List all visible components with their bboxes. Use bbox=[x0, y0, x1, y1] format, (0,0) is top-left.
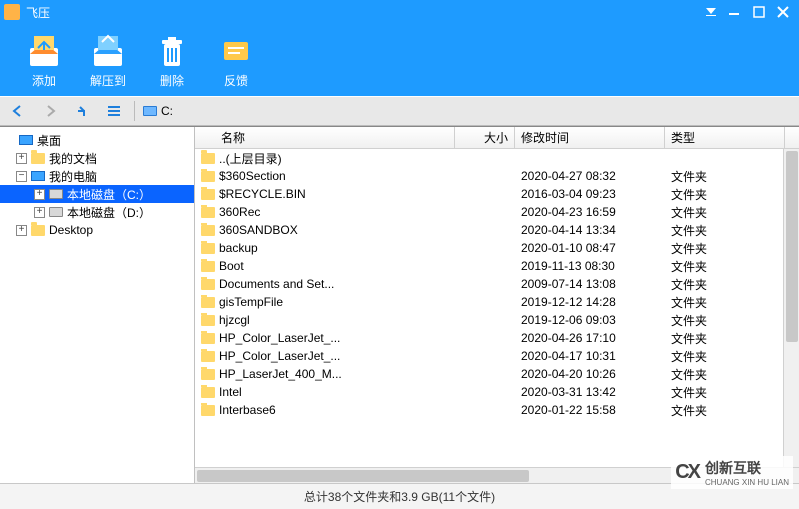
scrollbar-thumb[interactable] bbox=[786, 151, 798, 342]
folder-icon bbox=[30, 222, 46, 238]
watermark-brand: 创新互联 bbox=[705, 458, 789, 478]
watermark-logo: CX bbox=[675, 461, 699, 484]
maximize-button[interactable] bbox=[747, 2, 771, 22]
col-size[interactable]: 大小 bbox=[455, 127, 515, 148]
nav-list-button[interactable] bbox=[102, 100, 126, 122]
main-area: 桌面 + 我的文档 − 我的电脑 + 本地磁盘（C:） + 本地磁盘（D:） +… bbox=[0, 126, 799, 483]
col-name[interactable]: 名称 bbox=[195, 127, 455, 148]
monitor-icon bbox=[30, 168, 46, 184]
nav-up-button[interactable] bbox=[70, 100, 94, 122]
tree-my-pc[interactable]: − 我的电脑 bbox=[0, 167, 194, 185]
extract-icon bbox=[88, 32, 128, 72]
table-row[interactable]: Intel2020-03-31 13:42文件夹 bbox=[195, 383, 799, 401]
scrollbar-vertical[interactable] bbox=[783, 149, 799, 467]
scrollbar-thumb[interactable] bbox=[197, 470, 529, 482]
table-row[interactable]: Documents and Set...2009-07-14 13:08文件夹 bbox=[195, 275, 799, 293]
minimize-button[interactable] bbox=[723, 2, 747, 22]
file-header: 名称 大小 修改时间 类型 bbox=[195, 127, 799, 149]
table-row[interactable]: HP_LaserJet_400_M...2020-04-20 10:26文件夹 bbox=[195, 365, 799, 383]
folder-icon bbox=[30, 150, 46, 166]
add-button[interactable]: 添加 bbox=[24, 32, 64, 89]
extract-button[interactable]: 解压到 bbox=[88, 32, 128, 89]
folder-icon bbox=[201, 189, 215, 200]
table-row[interactable]: HP_Color_LaserJet_...2020-04-26 17:10文件夹 bbox=[195, 329, 799, 347]
trash-icon bbox=[152, 32, 192, 72]
folder-icon bbox=[201, 225, 215, 236]
table-row[interactable]: hjzcgl2019-12-06 09:03文件夹 bbox=[195, 311, 799, 329]
table-row[interactable]: HP_Color_LaserJet_...2020-04-17 10:31文件夹 bbox=[195, 347, 799, 365]
collapse-toggle[interactable]: − bbox=[16, 171, 27, 182]
app-icon bbox=[4, 4, 20, 20]
watermark: CX 创新互联 CHUANG XIN HU LIAN bbox=[671, 456, 793, 489]
file-panel: 名称 大小 修改时间 类型 ..(上层目录)$360Section2020-04… bbox=[195, 127, 799, 483]
table-row[interactable]: Interbase62020-01-22 15:58文件夹 bbox=[195, 401, 799, 419]
folder-icon bbox=[201, 351, 215, 362]
add-icon bbox=[24, 32, 64, 72]
table-row[interactable]: ..(上层目录) bbox=[195, 149, 799, 167]
feedback-label: 反馈 bbox=[224, 72, 248, 89]
tree-drive-c[interactable]: + 本地磁盘（C:） bbox=[0, 185, 194, 203]
folder-icon bbox=[201, 315, 215, 326]
folder-icon bbox=[201, 153, 215, 164]
dropdown-button[interactable] bbox=[699, 2, 723, 22]
nav-separator bbox=[134, 101, 135, 121]
table-row[interactable]: $RECYCLE.BIN2016-03-04 09:23文件夹 bbox=[195, 185, 799, 203]
toolbar: 添加 解压到 删除 反馈 bbox=[0, 24, 799, 96]
add-label: 添加 bbox=[32, 72, 56, 89]
col-time[interactable]: 修改时间 bbox=[515, 127, 665, 148]
drive-icon bbox=[48, 186, 64, 202]
folder-icon bbox=[201, 261, 215, 272]
folder-icon bbox=[201, 333, 215, 344]
folder-icon bbox=[201, 207, 215, 218]
expand-toggle[interactable]: + bbox=[16, 153, 27, 164]
table-row[interactable]: gisTempFile2019-12-12 14:28文件夹 bbox=[195, 293, 799, 311]
tree-desktop[interactable]: 桌面 bbox=[0, 131, 194, 149]
extract-label: 解压到 bbox=[90, 72, 126, 89]
folder-icon bbox=[201, 243, 215, 254]
folder-icon bbox=[201, 279, 215, 290]
folder-icon bbox=[201, 405, 215, 416]
tree-panel: 桌面 + 我的文档 − 我的电脑 + 本地磁盘（C:） + 本地磁盘（D:） +… bbox=[0, 127, 195, 483]
titlebar: 飞压 bbox=[0, 0, 799, 24]
tree-my-docs[interactable]: + 我的文档 bbox=[0, 149, 194, 167]
expand-toggle[interactable]: + bbox=[34, 189, 45, 200]
table-row[interactable]: 360SANDBOX2020-04-14 13:34文件夹 bbox=[195, 221, 799, 239]
drive-icon bbox=[48, 204, 64, 220]
folder-icon bbox=[201, 369, 215, 380]
tree-desktop2[interactable]: + Desktop bbox=[0, 221, 194, 239]
delete-label: 删除 bbox=[160, 72, 184, 89]
tree-drive-d[interactable]: + 本地磁盘（D:） bbox=[0, 203, 194, 221]
monitor-icon bbox=[18, 132, 34, 148]
app-title: 飞压 bbox=[26, 4, 699, 21]
status-text: 总计38个文件夹和3.9 GB(11个文件) bbox=[304, 488, 495, 505]
nav-drive-label: C: bbox=[161, 104, 173, 118]
feedback-button[interactable]: 反馈 bbox=[216, 32, 256, 89]
nav-back-button[interactable] bbox=[6, 100, 30, 122]
close-button[interactable] bbox=[771, 2, 795, 22]
nav-drive[interactable]: C: bbox=[143, 104, 173, 118]
expand-toggle[interactable]: + bbox=[34, 207, 45, 218]
folder-icon bbox=[201, 387, 215, 398]
navbar: C: bbox=[0, 96, 799, 126]
table-row[interactable]: 360Rec2020-04-23 16:59文件夹 bbox=[195, 203, 799, 221]
feedback-icon bbox=[216, 32, 256, 72]
file-list: ..(上层目录)$360Section2020-04-27 08:32文件夹$R… bbox=[195, 149, 799, 467]
folder-icon bbox=[201, 171, 215, 182]
table-row[interactable]: backup2020-01-10 08:47文件夹 bbox=[195, 239, 799, 257]
expand-toggle[interactable]: + bbox=[16, 225, 27, 236]
folder-icon bbox=[201, 297, 215, 308]
col-type[interactable]: 类型 bbox=[665, 127, 785, 148]
watermark-tagline: CHUANG XIN HU LIAN bbox=[705, 478, 789, 487]
table-row[interactable]: Boot2019-11-13 08:30文件夹 bbox=[195, 257, 799, 275]
delete-button[interactable]: 删除 bbox=[152, 32, 192, 89]
table-row[interactable]: $360Section2020-04-27 08:32文件夹 bbox=[195, 167, 799, 185]
drive-icon bbox=[143, 106, 157, 116]
nav-forward-button[interactable] bbox=[38, 100, 62, 122]
